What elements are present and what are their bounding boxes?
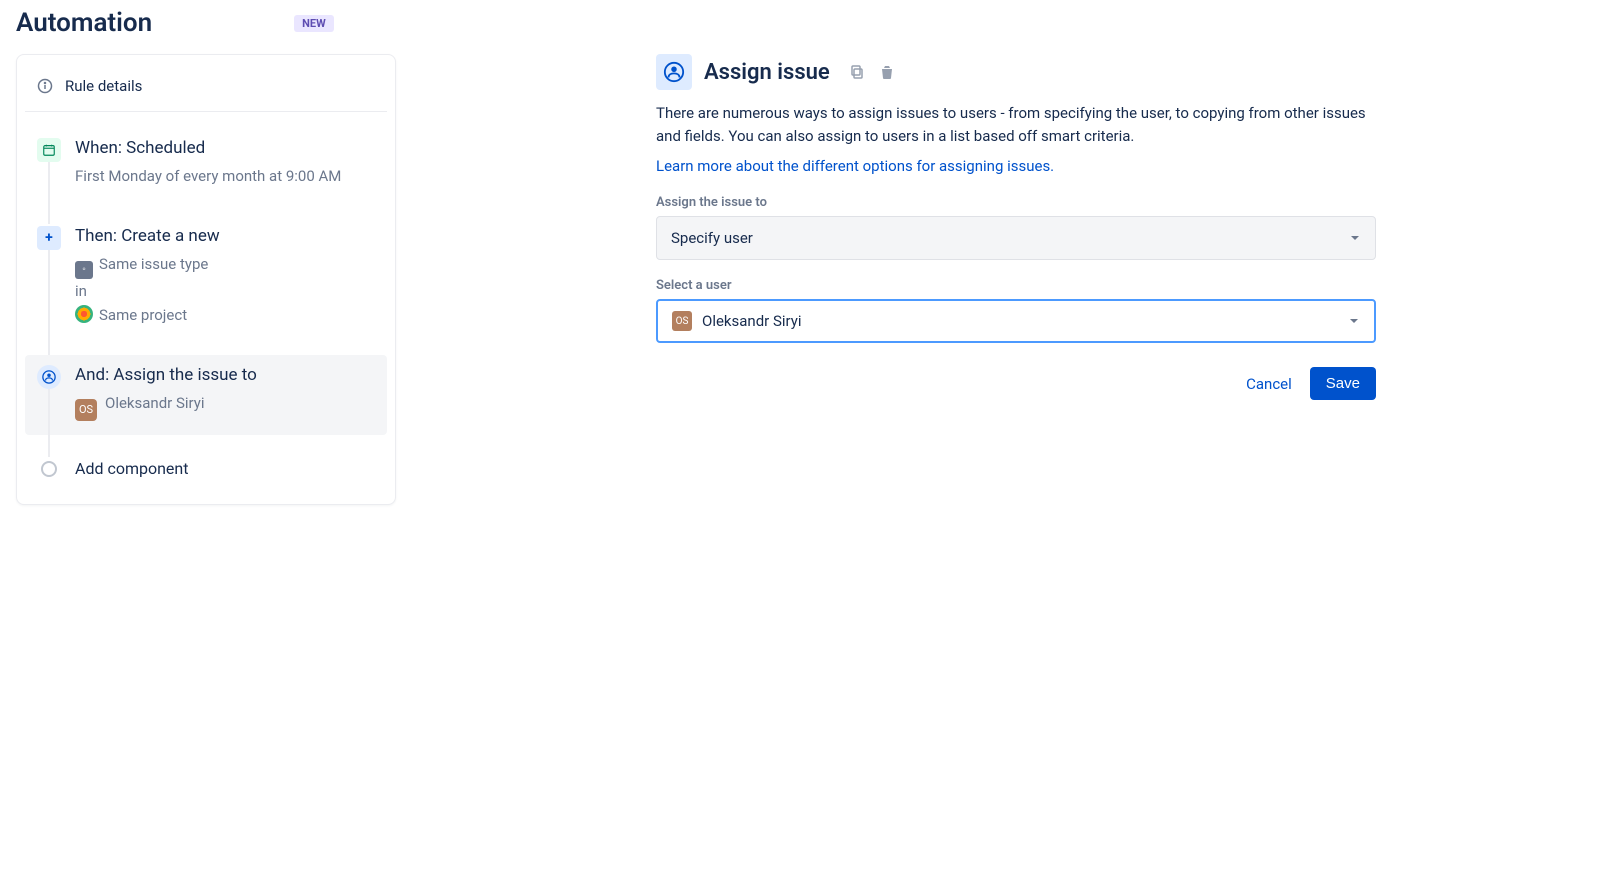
trash-icon[interactable] bbox=[876, 61, 898, 83]
assigned-user-name: Oleksandr Siryi bbox=[105, 394, 205, 412]
detail-content: Assign issue There are numerous ways to … bbox=[656, 54, 1376, 505]
add-component-row[interactable]: Add component bbox=[25, 449, 387, 492]
connector-line bbox=[48, 389, 50, 457]
select-user-select[interactable]: OS Oleksandr Siryi bbox=[656, 299, 1376, 343]
cancel-button[interactable]: Cancel bbox=[1246, 375, 1292, 393]
save-button[interactable]: Save bbox=[1310, 367, 1376, 400]
rule-panel: Rule details When: Scheduled First Monda… bbox=[16, 54, 396, 505]
step-then[interactable]: + Then: Create a new ◦ Same issue type in… bbox=[25, 216, 387, 341]
chevron-down-icon bbox=[1348, 315, 1360, 327]
action-row: Cancel Save bbox=[656, 367, 1376, 400]
step-when[interactable]: When: Scheduled First Monday of every mo… bbox=[25, 128, 387, 202]
page-title: Automation bbox=[16, 8, 152, 38]
assign-to-label: Assign the issue to bbox=[656, 195, 1376, 210]
content-description: There are numerous ways to assign issues… bbox=[656, 102, 1376, 147]
calendar-icon bbox=[37, 138, 61, 162]
assign-to-value: Specify user bbox=[671, 229, 753, 247]
step-and-assign[interactable]: And: Assign the issue to OS Oleksandr Sir… bbox=[25, 355, 387, 435]
avatar: OS bbox=[672, 311, 692, 331]
same-project-label: Same project bbox=[99, 306, 187, 324]
step-then-title: Then: Create a new bbox=[75, 226, 375, 246]
step-when-title: When: Scheduled bbox=[75, 138, 375, 158]
same-issue-type-label: Same issue type bbox=[99, 255, 208, 273]
add-component-label: Add component bbox=[75, 459, 188, 478]
info-icon bbox=[37, 78, 53, 94]
plus-icon: + bbox=[37, 226, 61, 250]
step-and-user: OS Oleksandr Siryi bbox=[75, 391, 375, 421]
content-header: Assign issue bbox=[656, 54, 1376, 90]
assign-to-select[interactable]: Specify user bbox=[656, 216, 1376, 260]
copy-icon[interactable] bbox=[846, 61, 868, 83]
selected-user-value: Oleksandr Siryi bbox=[702, 312, 802, 330]
step-then-sub: ◦ Same issue type in Same project bbox=[75, 252, 375, 327]
rule-details-row[interactable]: Rule details bbox=[25, 67, 387, 112]
issue-type-icon: ◦ bbox=[75, 261, 93, 279]
step-and-title: And: Assign the issue to bbox=[75, 365, 375, 385]
select-user-label: Select a user bbox=[656, 278, 1376, 293]
step-when-sub: First Monday of every month at 9:00 AM bbox=[75, 164, 375, 188]
in-label: in bbox=[75, 282, 87, 300]
empty-circle-icon bbox=[41, 461, 57, 477]
chevron-down-icon bbox=[1349, 232, 1361, 244]
avatar: OS bbox=[75, 399, 97, 421]
learn-more-link[interactable]: Learn more about the different options f… bbox=[656, 157, 1054, 175]
connector-line bbox=[48, 250, 50, 363]
project-icon bbox=[75, 305, 93, 323]
rule-details-label: Rule details bbox=[65, 77, 142, 95]
assign-icon bbox=[37, 365, 61, 389]
content-title: Assign issue bbox=[704, 60, 830, 85]
new-badge: NEW bbox=[294, 15, 334, 32]
assign-issue-icon bbox=[656, 54, 692, 90]
page-header: Automation NEW bbox=[16, 8, 1584, 38]
connector-line bbox=[48, 162, 50, 224]
